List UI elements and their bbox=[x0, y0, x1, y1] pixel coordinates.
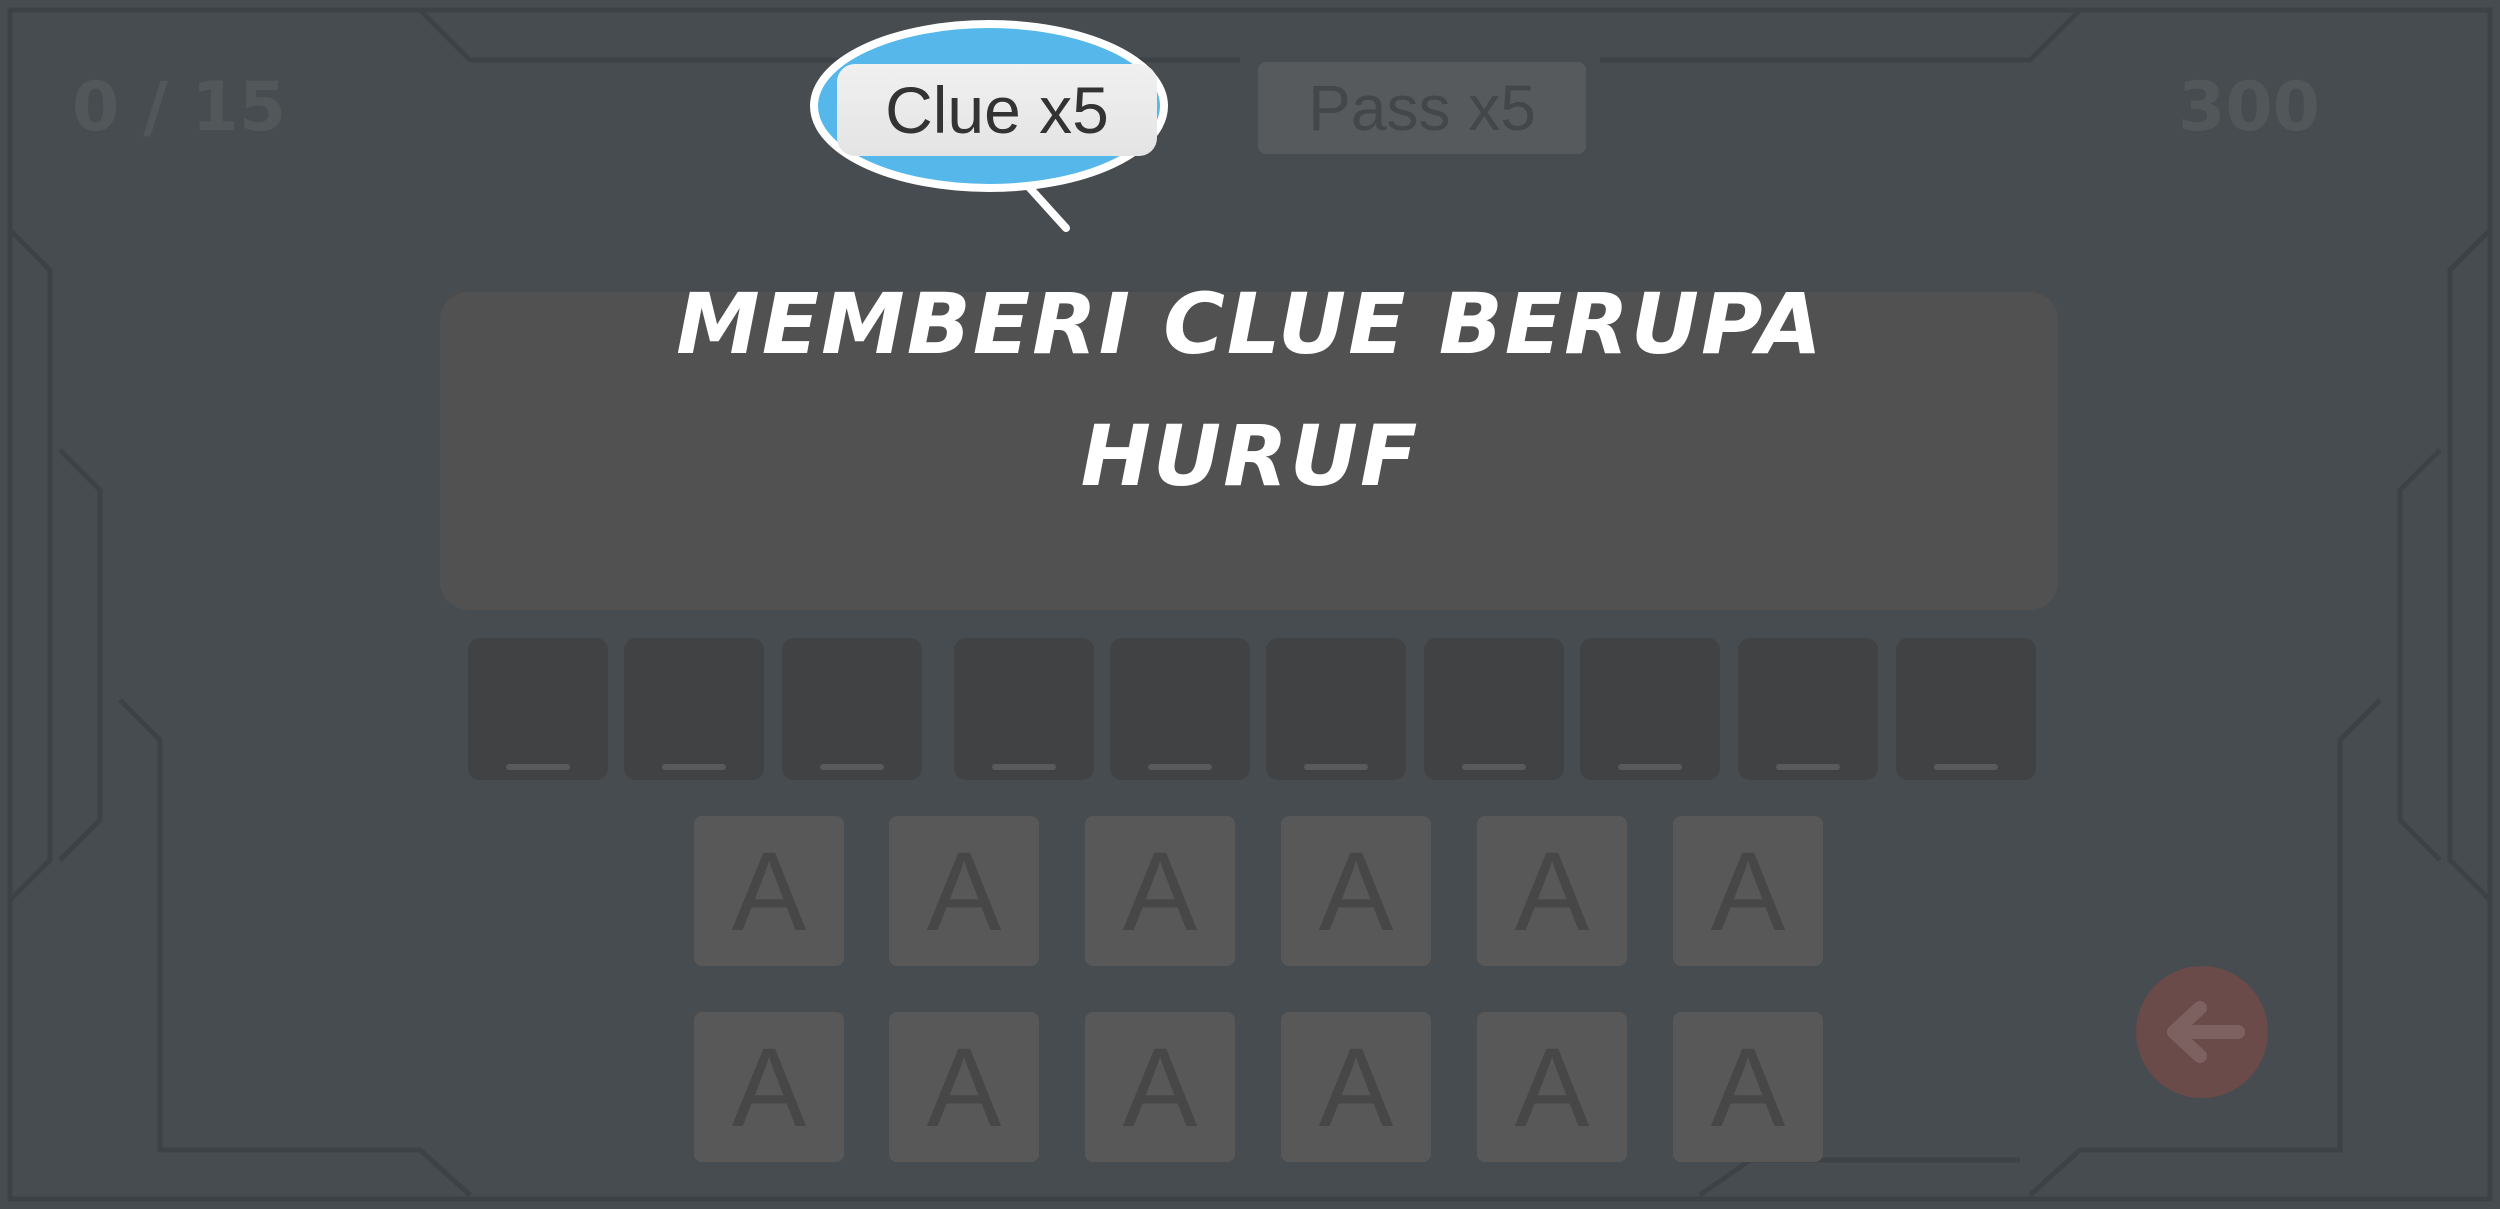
answer-slot bbox=[1110, 638, 1250, 780]
letter-key[interactable]: A bbox=[1281, 1012, 1431, 1162]
answer-slot bbox=[1424, 638, 1564, 780]
letter-key[interactable]: A bbox=[1477, 1012, 1627, 1162]
slot-underscore bbox=[992, 764, 1056, 770]
tutorial-line-2: huruf bbox=[1080, 407, 1420, 505]
slot-underscore bbox=[1304, 764, 1368, 770]
letter-key[interactable]: A bbox=[1085, 816, 1235, 966]
slot-underscore bbox=[1148, 764, 1212, 770]
letter-key[interactable]: A bbox=[1673, 1012, 1823, 1162]
coin-score: 300 bbox=[2178, 68, 2320, 147]
letter-key[interactable]: A bbox=[1085, 1012, 1235, 1162]
slot-underscore bbox=[662, 764, 726, 770]
slot-underscore bbox=[1934, 764, 1998, 770]
letter-key[interactable]: A bbox=[1281, 816, 1431, 966]
answer-slot bbox=[1266, 638, 1406, 780]
letter-key[interactable]: A bbox=[889, 816, 1039, 966]
letter-key[interactable]: A bbox=[1673, 816, 1823, 966]
letter-key[interactable]: A bbox=[694, 816, 844, 966]
tutorial-line-1: Memberi clue berupa bbox=[676, 275, 1824, 373]
answer-slot bbox=[1580, 638, 1720, 780]
answer-slot bbox=[1896, 638, 2036, 780]
answer-slot bbox=[1738, 638, 1878, 780]
letter-key[interactable]: A bbox=[1477, 816, 1627, 966]
letter-key[interactable]: A bbox=[889, 1012, 1039, 1162]
slot-underscore bbox=[1618, 764, 1682, 770]
slot-underscore bbox=[1462, 764, 1526, 770]
answer-slot bbox=[468, 638, 608, 780]
slot-underscore bbox=[820, 764, 884, 770]
clue-button[interactable]: Clue x5 bbox=[837, 64, 1157, 156]
slot-underscore bbox=[506, 764, 570, 770]
back-arrow-icon bbox=[2167, 1001, 2245, 1063]
slot-underscore bbox=[1776, 764, 1840, 770]
answer-slot bbox=[954, 638, 1094, 780]
level-progress: 0 / 15 bbox=[72, 68, 287, 147]
letter-key[interactable]: A bbox=[694, 1012, 844, 1162]
pass-button[interactable]: Pass x5 bbox=[1258, 62, 1586, 154]
answer-slot bbox=[782, 638, 922, 780]
back-button[interactable] bbox=[2136, 966, 2268, 1098]
answer-slot bbox=[624, 638, 764, 780]
tutorial-text: Memberi clue berupa huruf bbox=[620, 258, 1880, 522]
